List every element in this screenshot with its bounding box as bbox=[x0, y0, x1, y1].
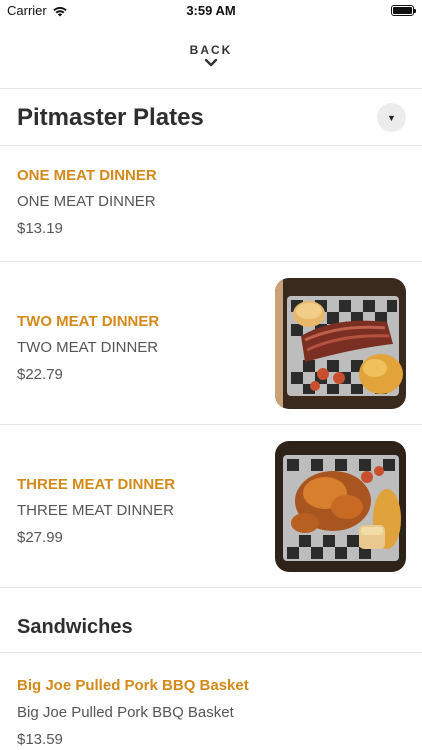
menu-item-price: $13.59 bbox=[17, 731, 63, 748]
menu-item-two-meat-dinner[interactable]: TWO MEAT DINNER TWO MEAT DINNER $22.79 bbox=[0, 262, 422, 424]
menu-item-description: THREE MEAT DINNER bbox=[17, 502, 174, 519]
status-bar: Carrier 3:59 AM bbox=[0, 0, 422, 22]
menu-item-price: $13.19 bbox=[17, 220, 63, 237]
caret-down-icon: ▼ bbox=[387, 112, 396, 123]
battery-icon bbox=[391, 5, 416, 16]
menu-item-three-meat-dinner[interactable]: THREE MEAT DINNER THREE MEAT DINNER $27.… bbox=[0, 425, 422, 587]
menu-item-big-joe-pulled-pork-bbq-basket[interactable]: Big Joe Pulled Pork BBQ Basket Big Joe P… bbox=[0, 653, 422, 750]
section-collapse-button[interactable]: ▼ bbox=[377, 103, 406, 132]
menu-item-name: Big Joe Pulled Pork BBQ Basket bbox=[17, 677, 249, 694]
back-button[interactable]: BACK bbox=[0, 43, 422, 68]
menu-item-description: TWO MEAT DINNER bbox=[17, 339, 159, 356]
menu-item-description: Big Joe Pulled Pork BBQ Basket bbox=[17, 704, 234, 721]
menu-item-price: $27.99 bbox=[17, 529, 63, 546]
divider bbox=[0, 88, 422, 89]
menu-item-photo-brisket-plate bbox=[275, 278, 406, 409]
status-time: 3:59 AM bbox=[186, 3, 236, 18]
divider bbox=[0, 587, 422, 588]
menu-item-photo-chicken-plate bbox=[275, 441, 406, 572]
menu-item-name: THREE MEAT DINNER bbox=[17, 476, 176, 493]
menu-item-name: ONE MEAT DINNER bbox=[17, 167, 157, 184]
menu-item-price: $22.79 bbox=[17, 366, 63, 383]
back-label: BACK bbox=[189, 43, 233, 57]
section-title-pitmaster-plates: Pitmaster Plates bbox=[17, 104, 204, 131]
chevron-down-icon bbox=[204, 58, 218, 67]
section-title-sandwiches: Sandwiches bbox=[17, 616, 133, 638]
menu-item-description: ONE MEAT DINNER bbox=[17, 193, 156, 210]
menu-item-one-meat-dinner[interactable]: ONE MEAT DINNER ONE MEAT DINNER $13.19 bbox=[0, 146, 422, 261]
menu-item-name: TWO MEAT DINNER bbox=[17, 313, 160, 330]
